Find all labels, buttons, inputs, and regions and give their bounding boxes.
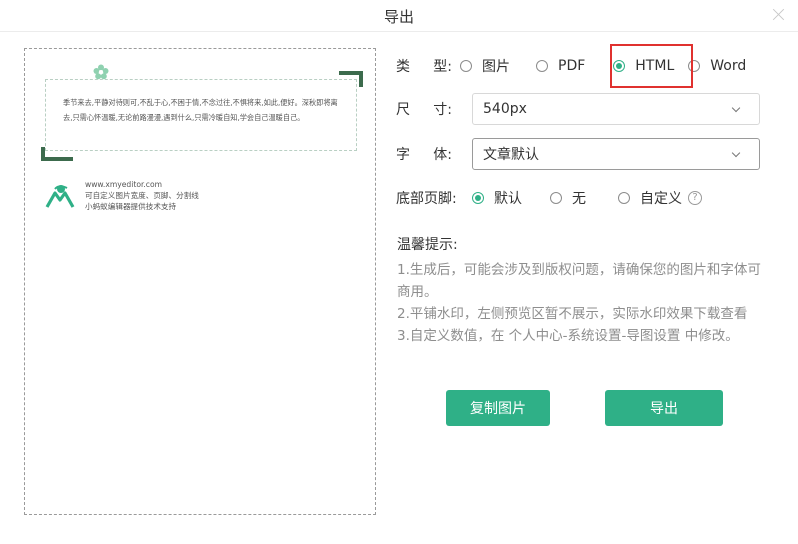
- export-dialog: 导出 季节来去,平静对待则可,不乱于心,不困于情,不念过往,不惧将来,如此,便好…: [0, 0, 798, 544]
- size-select-value: 540px: [483, 101, 527, 117]
- card-corner-top-right: [339, 71, 363, 87]
- preview-brand-footer: www.xmyeditor.com 可自定义图片宽度、页脚、分割线 小蚂蚁编辑器…: [45, 177, 345, 217]
- type-option-image[interactable]: 图片: [460, 56, 510, 76]
- tip-line-2: 2.平铺水印，左侧预览区暂不展示，实际水印效果下载查看: [397, 306, 748, 322]
- export-preview: 季节来去,平静对待则可,不乱于心,不困于情,不念过往,不惧将来,如此,便好。深秋…: [24, 48, 376, 515]
- tips-text: 1.生成后，可能会涉及到版权问题，请确保您的图片和字体可商用。 2.平铺水印，左…: [397, 259, 767, 347]
- tips-title: 温馨提示:: [397, 237, 458, 253]
- size-label: 尺寸:: [396, 102, 452, 118]
- preview-card-text: 季节来去,平静对待则可,不乱于心,不困于情,不念过往,不惧将来,如此,便好。深秋…: [63, 98, 338, 122]
- dialog-header: 导出: [0, 0, 798, 32]
- card-corner-bottom-left: [41, 147, 73, 161]
- type-option-word[interactable]: Word: [688, 58, 746, 74]
- footer-label: 底部页脚:: [396, 191, 457, 207]
- brand-line-2: 小蚂蚁编辑器提供技术支持: [85, 202, 177, 211]
- size-select[interactable]: 540px: [472, 93, 760, 125]
- export-button[interactable]: 导出: [605, 390, 723, 426]
- radio-circle[interactable]: [460, 60, 472, 72]
- radio-circle[interactable]: [550, 192, 562, 204]
- footer-option-default[interactable]: 默认: [472, 188, 522, 208]
- type-row: 类型: 图片 PDF HTML Word: [396, 51, 772, 81]
- brand-line-1: 可自定义图片宽度、页脚、分割线: [85, 191, 199, 200]
- footer-row: 底部页脚: 默认 无 自定义 ?: [396, 183, 702, 213]
- footer-option-none[interactable]: 无: [550, 188, 586, 208]
- preview-card: 季节来去,平静对待则可,不乱于心,不困于情,不念过往,不惧将来,如此,便好。深秋…: [41, 64, 363, 161]
- footer-radio-group: 默认 无 自定义 ?: [472, 188, 702, 208]
- brand-url: www.xmyeditor.com: [85, 180, 163, 189]
- close-icon[interactable]: [770, 6, 788, 24]
- brand-logo-icon: [45, 185, 75, 208]
- font-row: 字体:: [396, 139, 460, 169]
- dialog-title: 导出: [383, 8, 414, 26]
- radio-circle[interactable]: [618, 192, 630, 204]
- chevron-down-icon: [731, 103, 741, 113]
- type-label: 类型:: [396, 59, 452, 75]
- radio-circle[interactable]: [536, 60, 548, 72]
- tip-line-3: 3.自定义数值，在 个人中心-系统设置-导图设置 中修改。: [397, 328, 739, 344]
- font-label: 字体:: [396, 147, 452, 163]
- html-highlight-box: [610, 44, 693, 88]
- help-icon[interactable]: ?: [688, 191, 702, 205]
- tip-line-1: 1.生成后，可能会涉及到版权问题，请确保您的图片和字体可商用。: [397, 262, 761, 300]
- size-row: 尺寸:: [396, 94, 460, 124]
- type-option-pdf[interactable]: PDF: [536, 58, 585, 74]
- font-select[interactable]: 文章默认: [472, 138, 760, 170]
- chevron-down-icon: [731, 148, 741, 158]
- flower-icon: [93, 64, 109, 80]
- footer-option-custom[interactable]: 自定义: [618, 188, 682, 208]
- radio-circle-selected[interactable]: [472, 192, 484, 204]
- brand-text: www.xmyeditor.com 可自定义图片宽度、页脚、分割线 小蚂蚁编辑器…: [85, 179, 199, 212]
- font-select-value: 文章默认: [483, 147, 539, 163]
- copy-image-button[interactable]: 复制图片: [446, 390, 550, 426]
